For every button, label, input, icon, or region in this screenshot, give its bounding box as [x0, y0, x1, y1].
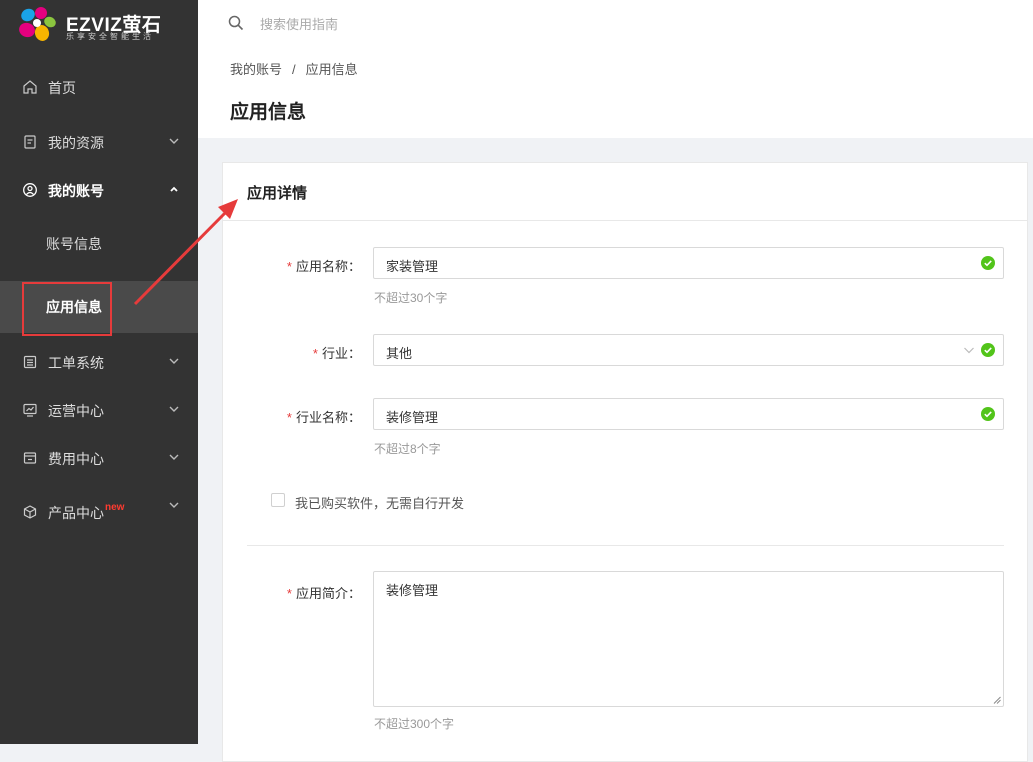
app-name-label: * 应用名称： [286, 259, 361, 274]
card-title: 应用详情 [247, 185, 308, 202]
sidebar-subitem-label: 账号信息 [46, 236, 102, 252]
industry-name-hint: 不超过8个字 [374, 442, 441, 456]
monitor-chart-icon [23, 403, 37, 417]
list-icon [23, 355, 37, 369]
sidebar-item-label: 产品中心new [48, 502, 125, 521]
industry-value: 其他 [386, 346, 413, 361]
industry-name-field[interactable]: 装修管理 [373, 398, 1004, 430]
sidebar-subitem-account-info[interactable]: 账号信息 [0, 218, 198, 270]
cube-icon [23, 505, 37, 519]
app-intro-textarea[interactable]: 装修管理 [373, 571, 1004, 707]
breadcrumb: 我的账号 / 应用信息 [230, 59, 358, 78]
sidebar-item-products[interactable]: 产品中心new [0, 489, 198, 535]
chevron-down-icon [964, 347, 974, 354]
app-name-value: 家装管理 [386, 259, 439, 274]
required-mark: * [312, 346, 318, 361]
chevron-down-icon [169, 138, 179, 144]
purchased-software-checkbox[interactable] [271, 493, 285, 507]
ezviz-logo[interactable]: EZVIZ萤石 乐享安全智能生活 [16, 4, 186, 44]
new-badge: new [105, 502, 125, 513]
page-title: 应用信息 [230, 102, 307, 123]
select-separator [954, 335, 955, 365]
required-mark: * [286, 259, 292, 274]
sidebar-item-label: 我的账号 [48, 183, 104, 199]
chevron-up-icon [170, 186, 178, 192]
industry-name-label: * 行业名称： [286, 410, 361, 425]
check-circle-icon [981, 407, 995, 421]
form-divider [247, 545, 1004, 546]
purchased-software-label[interactable]: 我已购买软件，无需自行开发 [295, 493, 464, 512]
sidebar-item-home[interactable]: 首页 [0, 64, 198, 110]
required-mark: * [286, 410, 292, 425]
chevron-down-icon [169, 406, 179, 412]
chevron-down-icon [169, 454, 179, 460]
breadcrumb-separator: / [292, 62, 296, 77]
required-mark: * [286, 586, 292, 601]
brand-slogan: 乐享安全智能生活 [66, 32, 154, 41]
app-intro-value: 装修管理 [386, 583, 439, 598]
sidebar-item-label: 运营中心 [48, 403, 104, 419]
search-input[interactable] [258, 12, 562, 36]
app-details-card: 应用详情 * 应用名称： 家装管理 不超过30个字 * 行业： 其他 * 行业名称： … [222, 162, 1028, 762]
sidebar-item-operations[interactable]: 运营中心 [0, 387, 198, 433]
search-icon [228, 15, 244, 31]
app-intro-hint: 不超过300个字 [374, 717, 455, 731]
app-intro-label: * 应用简介： [286, 586, 361, 601]
app-name-hint: 不超过30个字 [374, 291, 448, 305]
industry-label: * 行业： [312, 346, 361, 361]
logo-mark-icon [19, 7, 56, 41]
sidebar-item-account[interactable]: 我的账号 [0, 167, 198, 213]
chevron-down-icon [169, 358, 179, 364]
wallet-icon [23, 452, 37, 464]
sidebar-item-label: 费用中心 [48, 451, 104, 467]
home-icon [23, 80, 37, 94]
sidebar-item-billing[interactable]: 费用中心 [0, 435, 198, 481]
resize-handle-icon[interactable] [993, 696, 1001, 704]
app-name-field[interactable]: 家装管理 [373, 247, 1004, 279]
card-divider [223, 220, 1027, 221]
breadcrumb-parent-link[interactable]: 我的账号 [230, 62, 282, 77]
annotation-highlight-box [22, 282, 112, 336]
sidebar-item-label: 我的资源 [48, 135, 104, 151]
industry-name-value: 装修管理 [386, 410, 439, 425]
sidebar-item-resources[interactable]: 我的资源 [0, 119, 198, 165]
check-circle-icon [981, 256, 995, 270]
sidebar-item-label: 首页 [48, 80, 76, 96]
breadcrumb-current: 应用信息 [305, 62, 358, 77]
industry-select[interactable]: 其他 [373, 334, 1004, 366]
sidebar-item-tickets[interactable]: 工单系统 [0, 339, 198, 385]
sidebar-item-label: 工单系统 [48, 355, 104, 371]
chevron-down-icon [169, 502, 179, 508]
document-icon [24, 135, 36, 149]
user-circle-icon [23, 183, 37, 197]
page-header: 我的账号 / 应用信息 应用信息 [198, 0, 1033, 138]
sidebar: EZVIZ萤石 乐享安全智能生活 首页 我的资源 我的账号 账号信息 应用信息 … [0, 0, 198, 744]
check-circle-icon [981, 343, 995, 357]
